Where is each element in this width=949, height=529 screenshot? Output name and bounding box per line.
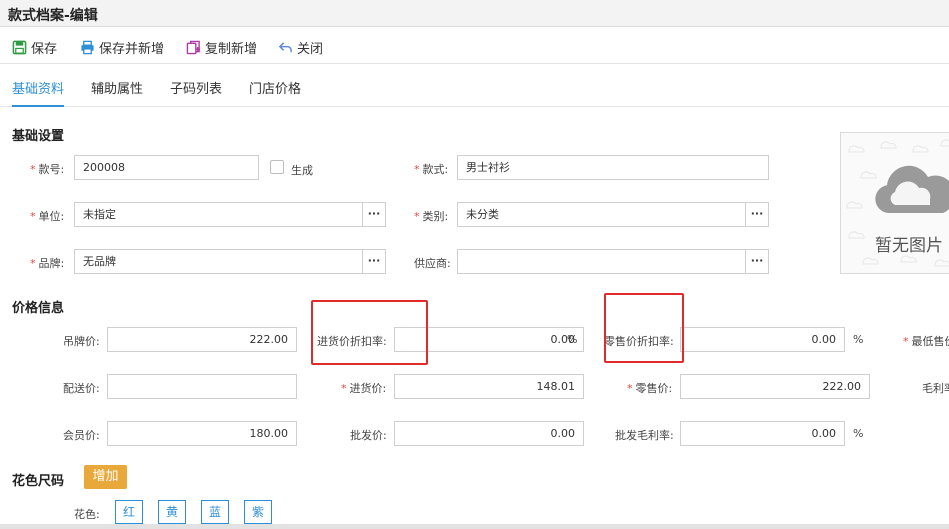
unit-input[interactable]: 未指定: [74, 202, 363, 227]
purchase-discount-percent: %: [567, 333, 578, 346]
unit-picker-button[interactable]: ···: [362, 202, 386, 227]
gross-margin-label: 毛利率: [922, 382, 949, 395]
close-button[interactable]: 关闭: [278, 38, 323, 57]
add-color-size-button[interactable]: 增加: [84, 465, 127, 489]
tab-basic-info[interactable]: 基础资料: [12, 78, 64, 97]
style-input[interactable]: 男士衬衫: [457, 155, 769, 180]
save-and-new-label: 保存并新增: [99, 42, 165, 57]
undo-arrow-icon: [278, 42, 292, 53]
bottom-scrollbar[interactable]: [0, 524, 949, 529]
purchase-discount-label: 进货价折扣率:: [317, 335, 387, 348]
no-image-text: 暂无图片: [875, 236, 943, 256]
color-size-title: 花色尺码: [12, 474, 65, 489]
supplier-input[interactable]: [457, 249, 746, 274]
wholesale-margin-percent: %: [853, 427, 864, 440]
brand-picker-button[interactable]: ···: [362, 249, 386, 274]
supplier-label: 供应商:: [414, 257, 451, 270]
delivery-price-label: 配送价:: [63, 382, 100, 395]
generate-checkbox[interactable]: [270, 160, 284, 174]
tag-price-label: 吊牌价:: [63, 335, 100, 348]
wholesale-margin-input[interactable]: 0.00: [680, 421, 845, 446]
delivery-price-input[interactable]: [107, 374, 297, 399]
cloud-icon: [875, 165, 949, 213]
copy-icon: [186, 40, 201, 55]
tag-price-input[interactable]: 222.00: [107, 327, 297, 352]
window-title: 款式档案-编辑: [8, 8, 98, 24]
supplier-picker-button[interactable]: ···: [745, 249, 769, 274]
tab-aux-attributes[interactable]: 辅助属性: [91, 78, 143, 97]
member-price-label: 会员价:: [63, 429, 100, 442]
retail-discount-label: 零售价折扣率:: [604, 335, 674, 348]
member-price-input[interactable]: 180.00: [107, 421, 297, 446]
tab-sub-codes[interactable]: 子码列表: [170, 78, 222, 97]
purchase-discount-input[interactable]: 0.00: [394, 327, 584, 352]
printer-icon: [81, 40, 94, 55]
retail-discount-highlight: [604, 293, 684, 363]
color-chip-red[interactable]: 红: [115, 500, 143, 524]
retail-price-label: * 零售价:: [627, 382, 673, 395]
save-label: 保存: [31, 42, 58, 57]
wholesale-price-label: 批发价:: [350, 429, 387, 442]
toolbar: 保存 保存并新增 复制新增 关闭: [0, 28, 949, 64]
min-price-label: *最低售价: [903, 335, 949, 348]
category-picker-button[interactable]: ···: [745, 202, 769, 227]
generate-label: 生成: [291, 164, 313, 177]
category-input[interactable]: 未分类: [457, 202, 746, 227]
tab-store-prices[interactable]: 门店价格: [249, 78, 301, 97]
color-chip-purple[interactable]: 紫: [244, 500, 272, 524]
purchase-price-input[interactable]: 148.01: [394, 374, 584, 399]
copy-new-label: 复制新增: [205, 42, 258, 57]
save-and-new-button[interactable]: 保存并新增: [80, 38, 164, 57]
style-label: * 款式:: [414, 163, 449, 176]
wholesale-price-input[interactable]: 0.00: [394, 421, 584, 446]
price-info-title: 价格信息: [12, 301, 65, 316]
color-label: 花色:: [74, 508, 100, 521]
style-no-input[interactable]: 200008: [74, 155, 259, 180]
retail-discount-percent: %: [853, 333, 864, 346]
unit-label: * 单位:: [30, 210, 65, 223]
brand-input[interactable]: 无品牌: [74, 249, 363, 274]
tab-bar: 基础资料 辅助属性 子码列表 门店价格: [0, 65, 949, 107]
close-label: 关闭: [297, 42, 324, 57]
style-no-label: * 款号:: [30, 163, 65, 176]
save-icon: [12, 40, 27, 55]
save-button[interactable]: 保存: [12, 38, 57, 57]
category-label: * 类别:: [414, 210, 449, 223]
color-chip-yellow[interactable]: 黄: [158, 500, 186, 524]
brand-label: * 品牌:: [30, 257, 65, 270]
wholesale-margin-label: 批发毛利率:: [615, 429, 674, 442]
color-chip-blue[interactable]: 蓝: [201, 500, 229, 524]
retail-discount-input[interactable]: 0.00: [680, 327, 845, 352]
window-titlebar: 款式档案-编辑: [0, 0, 949, 27]
copy-new-button[interactable]: 复制新增: [186, 38, 257, 57]
purchase-price-label: * 进货价:: [341, 382, 387, 395]
basic-settings-title: 基础设置: [12, 129, 65, 144]
retail-price-input[interactable]: 222.00: [680, 374, 870, 399]
active-tab-indicator: [12, 105, 64, 107]
product-image-placeholder[interactable]: 暂无图片: [840, 132, 949, 274]
